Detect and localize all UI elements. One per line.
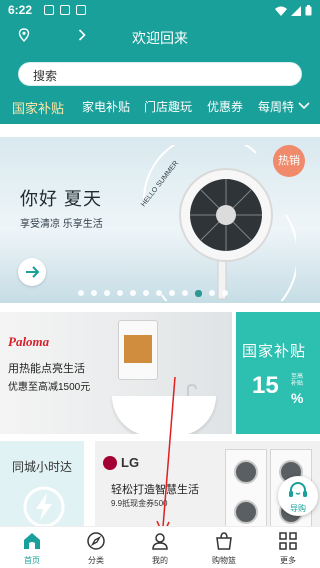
sim-icon	[60, 5, 70, 15]
status-system-icons	[275, 5, 312, 16]
top-bar: 欢迎回来	[0, 22, 320, 50]
carousel-dot[interactable]	[156, 290, 162, 296]
nav-home-label: 首页	[24, 556, 40, 565]
nav-category-label: 分类	[88, 556, 104, 565]
status-time: 6:22	[8, 3, 33, 17]
local-delivery-card[interactable]: 同城小时达	[0, 441, 84, 531]
water-heater-panel	[124, 335, 152, 363]
carousel-dot[interactable]	[117, 290, 123, 296]
hero-banner[interactable]: HELLO SUMMER 你好 夏天 享受清凉 乐享生活	[0, 137, 320, 303]
nav-home[interactable]: 首页	[0, 527, 64, 568]
status-bar: 6:22	[0, 0, 320, 22]
category-tabs: 国家补贴 家电补贴 门店趣玩 优惠券 每周特	[0, 96, 320, 120]
tab-weekly[interactable]: 每周特	[258, 98, 294, 115]
wifi-icon	[275, 6, 287, 16]
gov-subsidy-title: 国家补贴	[242, 343, 307, 360]
bottom-navigation: 首页 分类 我的 购物篮 更多	[0, 526, 320, 568]
signal-icon	[291, 5, 301, 16]
arrow-right-icon	[26, 266, 40, 278]
washer-door	[234, 460, 258, 484]
water-heater-image	[118, 320, 158, 380]
lg-brand: LG	[121, 455, 140, 470]
banner-next-button[interactable]	[18, 258, 46, 286]
status-notification-icons	[44, 5, 86, 15]
notification-icon	[44, 5, 54, 15]
lg-logo-mark	[103, 455, 117, 470]
tab-national-subsidy[interactable]: 国家补贴	[12, 98, 64, 117]
gov-subsidy-note: 至高补贴	[291, 374, 304, 387]
home-icon	[24, 533, 40, 549]
carousel-dot[interactable]	[169, 290, 175, 296]
carousel-dot[interactable]	[222, 290, 228, 296]
basket-icon	[216, 532, 232, 550]
tab-coupons[interactable]: 优惠券	[207, 98, 243, 115]
nav-basket-label: 购物篮	[212, 556, 236, 565]
tab-appliance-subsidy[interactable]: 家电补贴	[82, 98, 130, 115]
nav-profile-label: 我的	[152, 556, 168, 565]
gov-subsidy-percent: 15	[252, 372, 279, 399]
battery-icon	[305, 5, 312, 16]
nav-profile[interactable]: 我的	[128, 527, 192, 568]
compass-icon	[87, 532, 105, 550]
gov-subsidy-percent-sign: %	[291, 390, 304, 406]
nav-basket[interactable]: 购物篮	[192, 527, 256, 568]
user-icon	[152, 533, 168, 550]
nav-more-label: 更多	[280, 556, 296, 565]
banner-title: 你好 夏天	[20, 189, 103, 209]
paloma-logo: Paloma	[8, 334, 50, 349]
carousel-dot[interactable]	[182, 290, 188, 296]
carousel-dot[interactable]	[195, 289, 202, 297]
paloma-offer: 优惠至高减1500元	[8, 382, 91, 393]
paloma-promo-card[interactable]: Paloma 用热能点亮生活 优惠至高减1500元	[0, 312, 232, 434]
shopping-guide-button[interactable]: 导购	[278, 476, 318, 516]
lg-logo: LG	[103, 455, 139, 470]
carousel-dot[interactable]	[209, 290, 215, 296]
carousel-indicator	[78, 289, 228, 297]
search-input[interactable]: 搜索	[33, 67, 57, 84]
dryer-door	[234, 500, 258, 524]
local-delivery-title: 同城小时达	[12, 460, 73, 474]
welcome-title: 欢迎回来	[132, 30, 188, 46]
carousel-dot[interactable]	[130, 290, 136, 296]
download-icon	[76, 5, 86, 15]
washer-image	[225, 449, 267, 531]
shopping-guide-label: 导购	[290, 504, 306, 513]
annotation-arrow	[156, 376, 176, 537]
national-subsidy-card[interactable]: 国家补贴 15 至高补贴 %	[236, 312, 320, 434]
carousel-dot[interactable]	[143, 290, 149, 296]
nav-category[interactable]: 分类	[64, 527, 128, 568]
chevron-down-icon[interactable]	[298, 102, 310, 110]
search-bar[interactable]: 搜索	[18, 62, 302, 86]
grid-icon	[279, 532, 297, 550]
carousel-dot[interactable]	[78, 290, 84, 296]
lightning-icon	[23, 486, 65, 528]
hot-badge: 热销	[273, 145, 305, 177]
carousel-dot[interactable]	[104, 290, 110, 296]
paloma-headline: 用热能点亮生活	[8, 363, 85, 375]
nav-more[interactable]: 更多	[256, 527, 320, 568]
fan-illustration: HELLO SUMMER	[140, 145, 296, 301]
banner-subtitle: 享受清凉 乐享生活	[20, 219, 103, 230]
headset-icon	[289, 482, 307, 497]
tab-store-fun[interactable]: 门店趣玩	[144, 98, 192, 115]
app-header: 6:22 欢迎回来 搜索 国家补贴 家电补贴 门店趣玩 优惠券 每周特	[0, 0, 320, 124]
carousel-dot[interactable]	[91, 290, 97, 296]
